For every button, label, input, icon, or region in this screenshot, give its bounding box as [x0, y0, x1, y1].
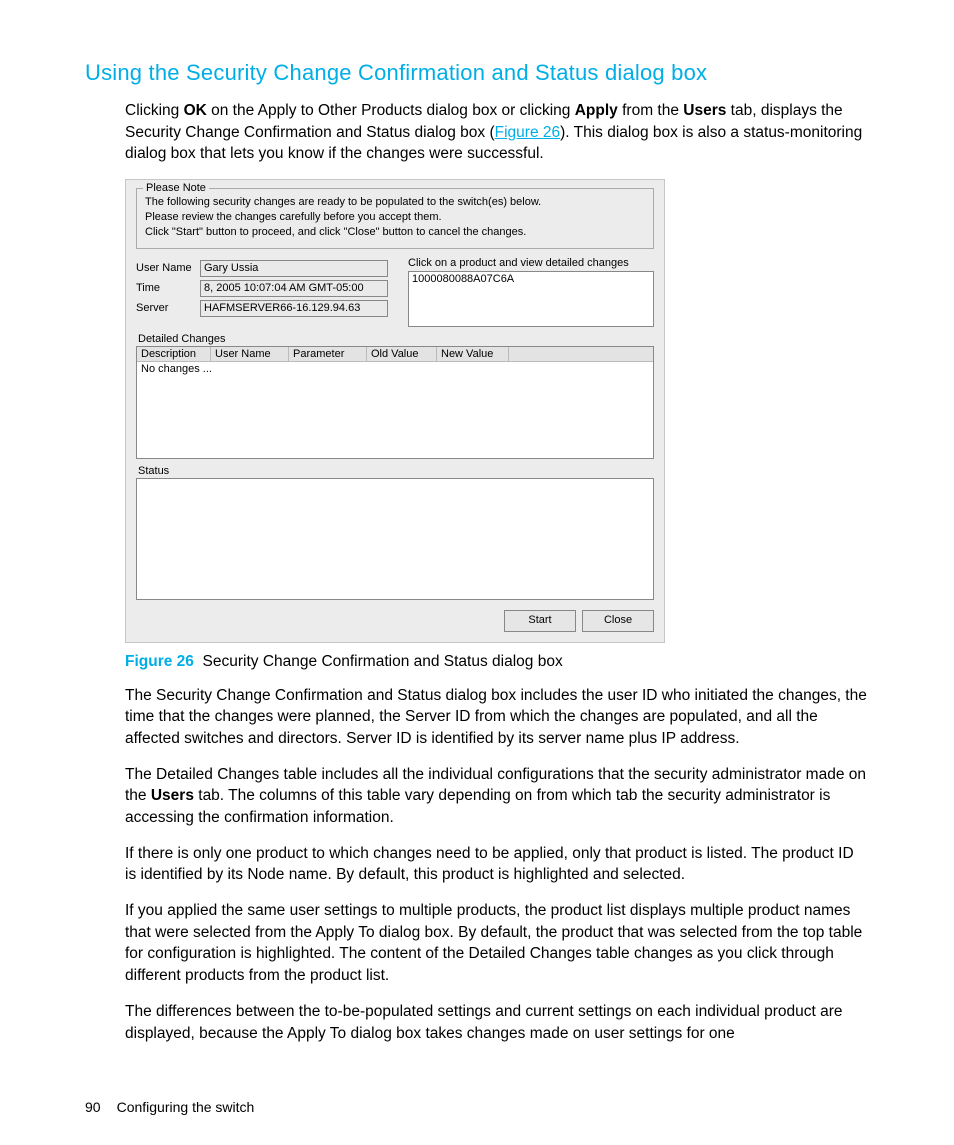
user-name-field: Gary Ussia — [200, 260, 388, 277]
footer-section: Configuring the switch — [117, 1099, 255, 1115]
col-old-value[interactable]: Old Value — [367, 347, 437, 361]
figure-link[interactable]: Figure 26 — [495, 124, 560, 141]
intro-paragraph: Clicking OK on the Apply to Other Produc… — [125, 100, 869, 165]
dialog-screenshot: Please Note The following security chang… — [125, 179, 665, 643]
time-field: 8, 2005 10:07:04 AM GMT-05:00 — [200, 280, 388, 297]
text: from the — [618, 102, 683, 119]
server-field: HAFMSERVER66-16.129.94.63 — [200, 300, 388, 317]
user-name-label: User Name — [136, 262, 200, 274]
cell-new-value — [437, 362, 509, 376]
cell-user-name — [211, 362, 289, 376]
cell-description: No changes ... — [137, 362, 211, 376]
table-row[interactable]: No changes ... — [137, 362, 653, 376]
text: tab. The columns of this table vary depe… — [125, 787, 830, 826]
section-heading: Using the Security Change Confirmation a… — [85, 60, 869, 86]
note-line-3: Click "Start" button to proceed, and cli… — [145, 225, 645, 240]
apply-label: Apply — [575, 102, 618, 119]
figure-title: Security Change Confirmation and Status … — [203, 653, 563, 670]
col-new-value[interactable]: New Value — [437, 347, 509, 361]
page-footer: 90 Configuring the switch — [85, 1099, 254, 1115]
col-user-name[interactable]: User Name — [211, 347, 289, 361]
server-label: Server — [136, 302, 200, 314]
cell-parameter — [289, 362, 367, 376]
text: on the Apply to Other Products dialog bo… — [207, 102, 575, 119]
please-note-legend: Please Note — [143, 182, 209, 194]
paragraph-2: The Security Change Confirmation and Sta… — [125, 685, 869, 750]
col-parameter[interactable]: Parameter — [289, 347, 367, 361]
product-hint: Click on a product and view detailed cha… — [408, 257, 654, 269]
close-button[interactable]: Close — [582, 610, 654, 632]
time-label: Time — [136, 282, 200, 294]
ok-label: OK — [184, 102, 207, 119]
detailed-changes-table: Description User Name Parameter Old Valu… — [136, 346, 654, 459]
note-line-1: The following security changes are ready… — [145, 195, 645, 210]
users-label: Users — [151, 787, 194, 804]
status-panel — [136, 478, 654, 600]
paragraph-3: The Detailed Changes table includes all … — [125, 764, 869, 829]
paragraph-5: If you applied the same user settings to… — [125, 900, 869, 987]
product-list[interactable]: 1000080088A07C6A — [408, 271, 654, 327]
note-line-2: Please review the changes carefully befo… — [145, 210, 645, 225]
users-label: Users — [683, 102, 726, 119]
product-item[interactable]: 1000080088A07C6A — [409, 272, 653, 286]
col-spacer — [509, 347, 653, 361]
paragraph-4: If there is only one product to which ch… — [125, 843, 869, 886]
text: Clicking — [125, 102, 184, 119]
please-note-fieldset: Please Note The following security chang… — [136, 188, 654, 249]
col-description[interactable]: Description — [137, 347, 211, 361]
cell-old-value — [367, 362, 437, 376]
page-number: 90 — [85, 1099, 101, 1115]
status-label: Status — [138, 465, 654, 477]
figure-number: Figure 26 — [125, 653, 194, 670]
table-header: Description User Name Parameter Old Valu… — [137, 347, 653, 362]
figure-caption: Figure 26 Security Change Confirmation a… — [125, 653, 869, 671]
start-button[interactable]: Start — [504, 610, 576, 632]
detailed-changes-label: Detailed Changes — [138, 333, 654, 345]
paragraph-6: The differences between the to-be-popula… — [125, 1001, 869, 1044]
